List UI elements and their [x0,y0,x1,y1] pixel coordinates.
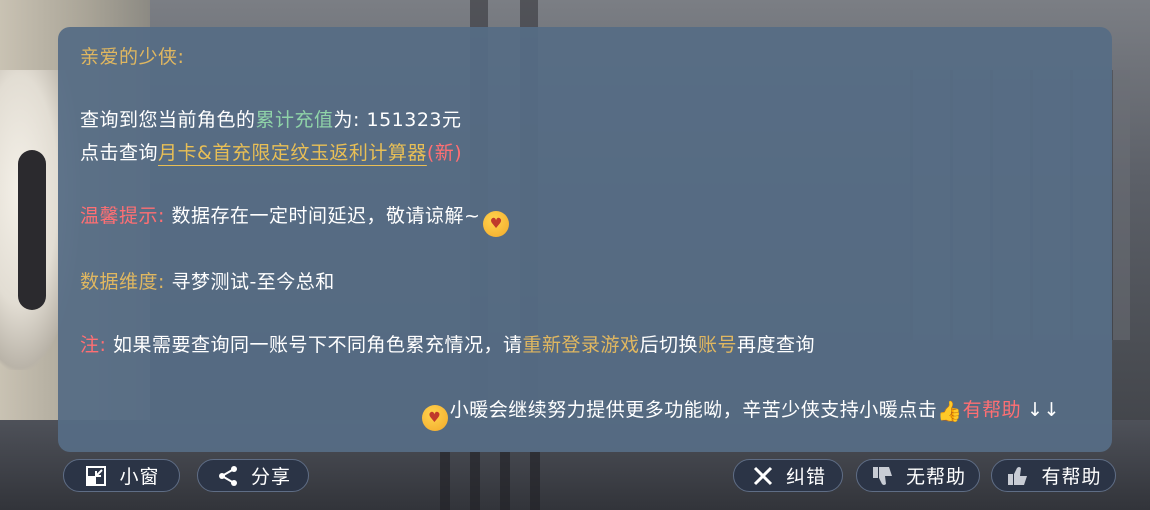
helpful-label: 有帮助 [1041,466,1102,488]
note-text-2: 后切换 [639,334,698,356]
dimension-line: 数据维度: 寻梦测试-至今总和 [80,267,335,294]
recharge-value: 151323元 [366,109,462,131]
share-label: 分享 [250,466,291,488]
new-badge: (新) [426,142,463,164]
not-helpful-button[interactable]: 无帮助 [856,459,980,492]
kiss-emoji-icon: ♥ [483,211,510,237]
recharge-total-line: 查询到您当前角色的累计充值为: 151323元 [80,105,462,132]
calculator-link-line: 点击查询月卡&首充限定纹玉返利计算器(新) [80,138,462,165]
tip-text: 数据存在一定时间延迟，敬请谅解~ [164,205,481,227]
helpful-button[interactable]: 有帮助 [991,459,1116,492]
calculator-prefix: 点击查询 [80,142,159,164]
recharge-prefix: 查询到您当前角色的 [80,109,256,131]
recharge-highlight: 累计充值 [255,109,334,131]
small-window-icon [83,463,109,489]
note-line: 注: 如果需要查询同一账号下不同角色累充情况，请重新登录游戏后切换账号再度查询 [80,330,815,357]
note-highlight-relogin: 重新登录游戏 [522,334,640,356]
thumbs-down-icon [870,463,896,489]
footer-helpful: 有帮助 [962,399,1022,421]
share-button[interactable]: 分享 [197,459,309,492]
note-highlight-account: 账号 [697,334,737,356]
floor-slat [500,450,510,510]
recharge-middle: 为: [333,109,367,131]
kiss-emoji-icon: ♥ [421,405,448,431]
dimension-text: 寻梦测试-至今总和 [164,271,335,293]
note-label: 注: [80,334,107,356]
floor-slat [470,450,480,510]
dimension-label: 数据维度: [80,271,165,293]
floor-slat [440,450,450,510]
down-arrows: ↓↓ [1027,399,1060,421]
small-window-label: 小窗 [119,466,160,488]
note-text-1: 如果需要查询同一账号下不同角色累充情况，请 [106,334,523,356]
small-window-button[interactable]: 小窗 [63,459,180,492]
tip-label: 温馨提示: [80,205,165,227]
calculator-link[interactable]: 月卡&首充限定纹玉返利计算器 [158,142,427,164]
close-x-icon [750,463,776,489]
note-text-3: 再度查询 [737,334,816,356]
character-hair [18,150,46,310]
tip-line: 温馨提示: 数据存在一定时间延迟，敬请谅解~ ♥ [80,201,510,237]
recharge-query-dialog: 亲爱的少侠: 查询到您当前角色的累计充值为: 151323元 点击查询月卡&首充… [58,27,1112,452]
thumbs-up-icon [1005,463,1031,489]
thumbs-up-icon: 👍 [937,399,963,423]
greeting: 亲爱的少侠: [80,46,185,68]
correct-error-button[interactable]: 纠错 [733,459,843,492]
footer-text: 小暖会继续努力提供更多功能呦，辛苦少侠支持小暖点击 [449,399,938,421]
not-helpful-label: 无帮助 [905,466,966,488]
footer-line: ♥ 小暖会继续努力提供更多功能呦，辛苦少侠支持小暖点击👍有帮助 ↓↓ [421,395,1060,431]
share-icon [215,463,241,489]
correct-error-label: 纠错 [785,466,826,488]
floor-slat [530,450,540,510]
